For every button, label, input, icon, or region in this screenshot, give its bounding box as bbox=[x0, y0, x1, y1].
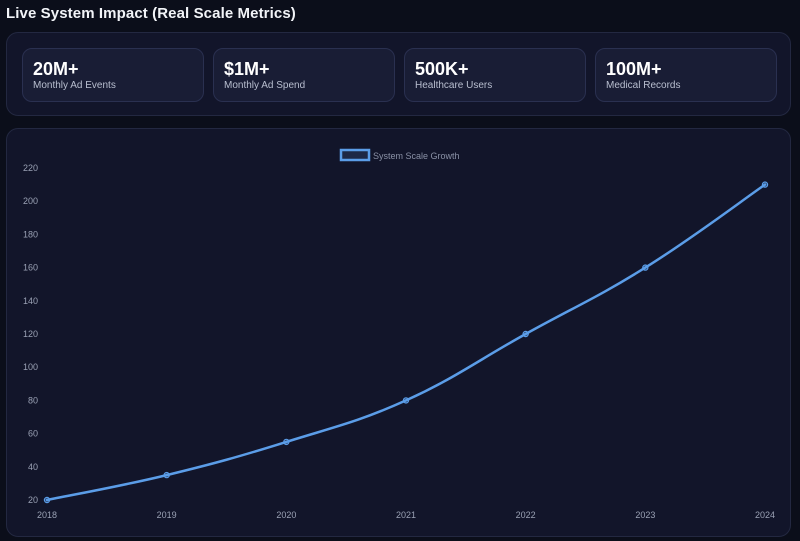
metric-value: $1M+ bbox=[224, 59, 270, 79]
y-tick-label: 60 bbox=[28, 429, 38, 439]
data-point-2022 bbox=[522, 330, 529, 338]
y-tick-label: 200 bbox=[23, 196, 38, 206]
legend-label: System Scale Growth bbox=[373, 151, 460, 161]
y-tick-label: 140 bbox=[23, 296, 38, 306]
x-tick-label: 2024 bbox=[755, 510, 775, 520]
x-tick-label: 2023 bbox=[635, 510, 655, 520]
data-point-2019 bbox=[163, 471, 170, 479]
series-line bbox=[45, 183, 767, 502]
metric-label: Healthcare Users bbox=[415, 80, 493, 91]
chart-panel: 20 40 60 80 100 120 140 160 180 200 220 2018 2019 202… bbox=[6, 128, 791, 537]
data-point-2021 bbox=[402, 397, 410, 404]
x-tick-label: 2022 bbox=[516, 510, 536, 520]
y-tick-label: 40 bbox=[28, 462, 38, 472]
y-tick-label: 160 bbox=[23, 263, 38, 273]
data-point-2020 bbox=[283, 438, 290, 446]
metric-label: Monthly Ad Spend bbox=[224, 80, 306, 91]
metric-card-healthcare-users: 500K+ Healthcare Users bbox=[404, 48, 586, 102]
y-tick-label: 100 bbox=[23, 362, 38, 372]
x-tick-label: 2018 bbox=[37, 510, 57, 520]
page-title: Live System Impact (Real Scale Metrics) bbox=[6, 5, 296, 22]
metric-label: Medical Records bbox=[606, 80, 681, 91]
data-point-2023 bbox=[642, 264, 649, 271]
y-tick-label: 120 bbox=[23, 329, 38, 339]
y-tick-label: 80 bbox=[28, 395, 38, 405]
metric-value: 20M+ bbox=[33, 59, 79, 79]
x-tick-label: 2020 bbox=[276, 510, 296, 520]
metric-card-ad-events: 20M+ Monthly Ad Events bbox=[22, 48, 204, 102]
metric-label: Monthly Ad Events bbox=[33, 80, 116, 91]
x-tick-label: 2019 bbox=[157, 510, 177, 520]
metrics-panel: 20M+ Monthly Ad Events $1M+ Monthly Ad S… bbox=[6, 32, 791, 116]
line-chart: 20 40 60 80 100 120 140 160 180 200 220 2018 2019 202… bbox=[23, 148, 775, 520]
metric-card-medical-records: 100M+ Medical Records bbox=[595, 48, 777, 102]
metric-value: 100M+ bbox=[606, 59, 662, 79]
data-point-2018 bbox=[43, 496, 51, 504]
legend-swatch bbox=[339, 148, 371, 162]
y-tick-label: 220 bbox=[23, 163, 38, 173]
metric-value: 500K+ bbox=[415, 59, 469, 79]
y-tick-label: 20 bbox=[28, 495, 38, 505]
x-tick-label: 2021 bbox=[396, 510, 416, 520]
data-point-2024 bbox=[761, 181, 769, 188]
y-tick-label: 180 bbox=[23, 229, 38, 239]
metric-card-ad-spend: $1M+ Monthly Ad Spend bbox=[213, 48, 395, 102]
